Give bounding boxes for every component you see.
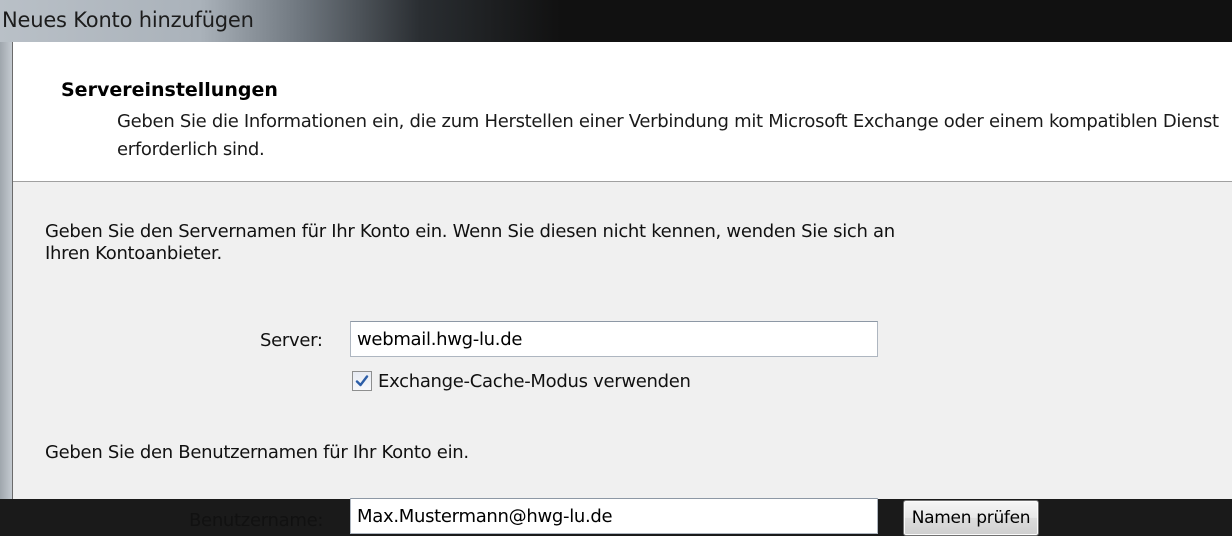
dialog-body: Servereinstellungen Geben Sie die Inform… xyxy=(12,42,1232,536)
check-icon xyxy=(355,375,369,387)
window-frame-left xyxy=(0,42,12,499)
section-description: Geben Sie die Informationen ein, die zum… xyxy=(117,111,1219,160)
dialog-header: Servereinstellungen Geben Sie die Inform… xyxy=(13,42,1232,182)
check-name-button[interactable]: Namen prüfen xyxy=(903,500,1039,536)
section-title: Servereinstellungen xyxy=(61,79,278,101)
server-instructions: Geben Sie den Servernamen für Ihr Konto … xyxy=(45,221,895,264)
title-bar[interactable]: Neues Konto hinzufügen xyxy=(0,0,1232,42)
window-title: Neues Konto hinzufügen xyxy=(2,8,254,32)
cache-mode-label[interactable]: Exchange-Cache-Modus verwenden xyxy=(378,371,691,392)
cache-mode-option[interactable]: Exchange-Cache-Modus verwenden xyxy=(352,368,691,394)
cache-mode-checkbox[interactable] xyxy=(352,371,372,391)
username-input[interactable] xyxy=(350,498,878,534)
server-label: Server: xyxy=(260,330,323,351)
username-label: Benutzername: xyxy=(189,510,324,531)
server-input[interactable] xyxy=(350,321,878,357)
username-instructions: Geben Sie den Benutzernamen für Ihr Kont… xyxy=(45,442,469,463)
add-account-window: Neues Konto hinzufügen Servereinstellung… xyxy=(0,0,1232,536)
